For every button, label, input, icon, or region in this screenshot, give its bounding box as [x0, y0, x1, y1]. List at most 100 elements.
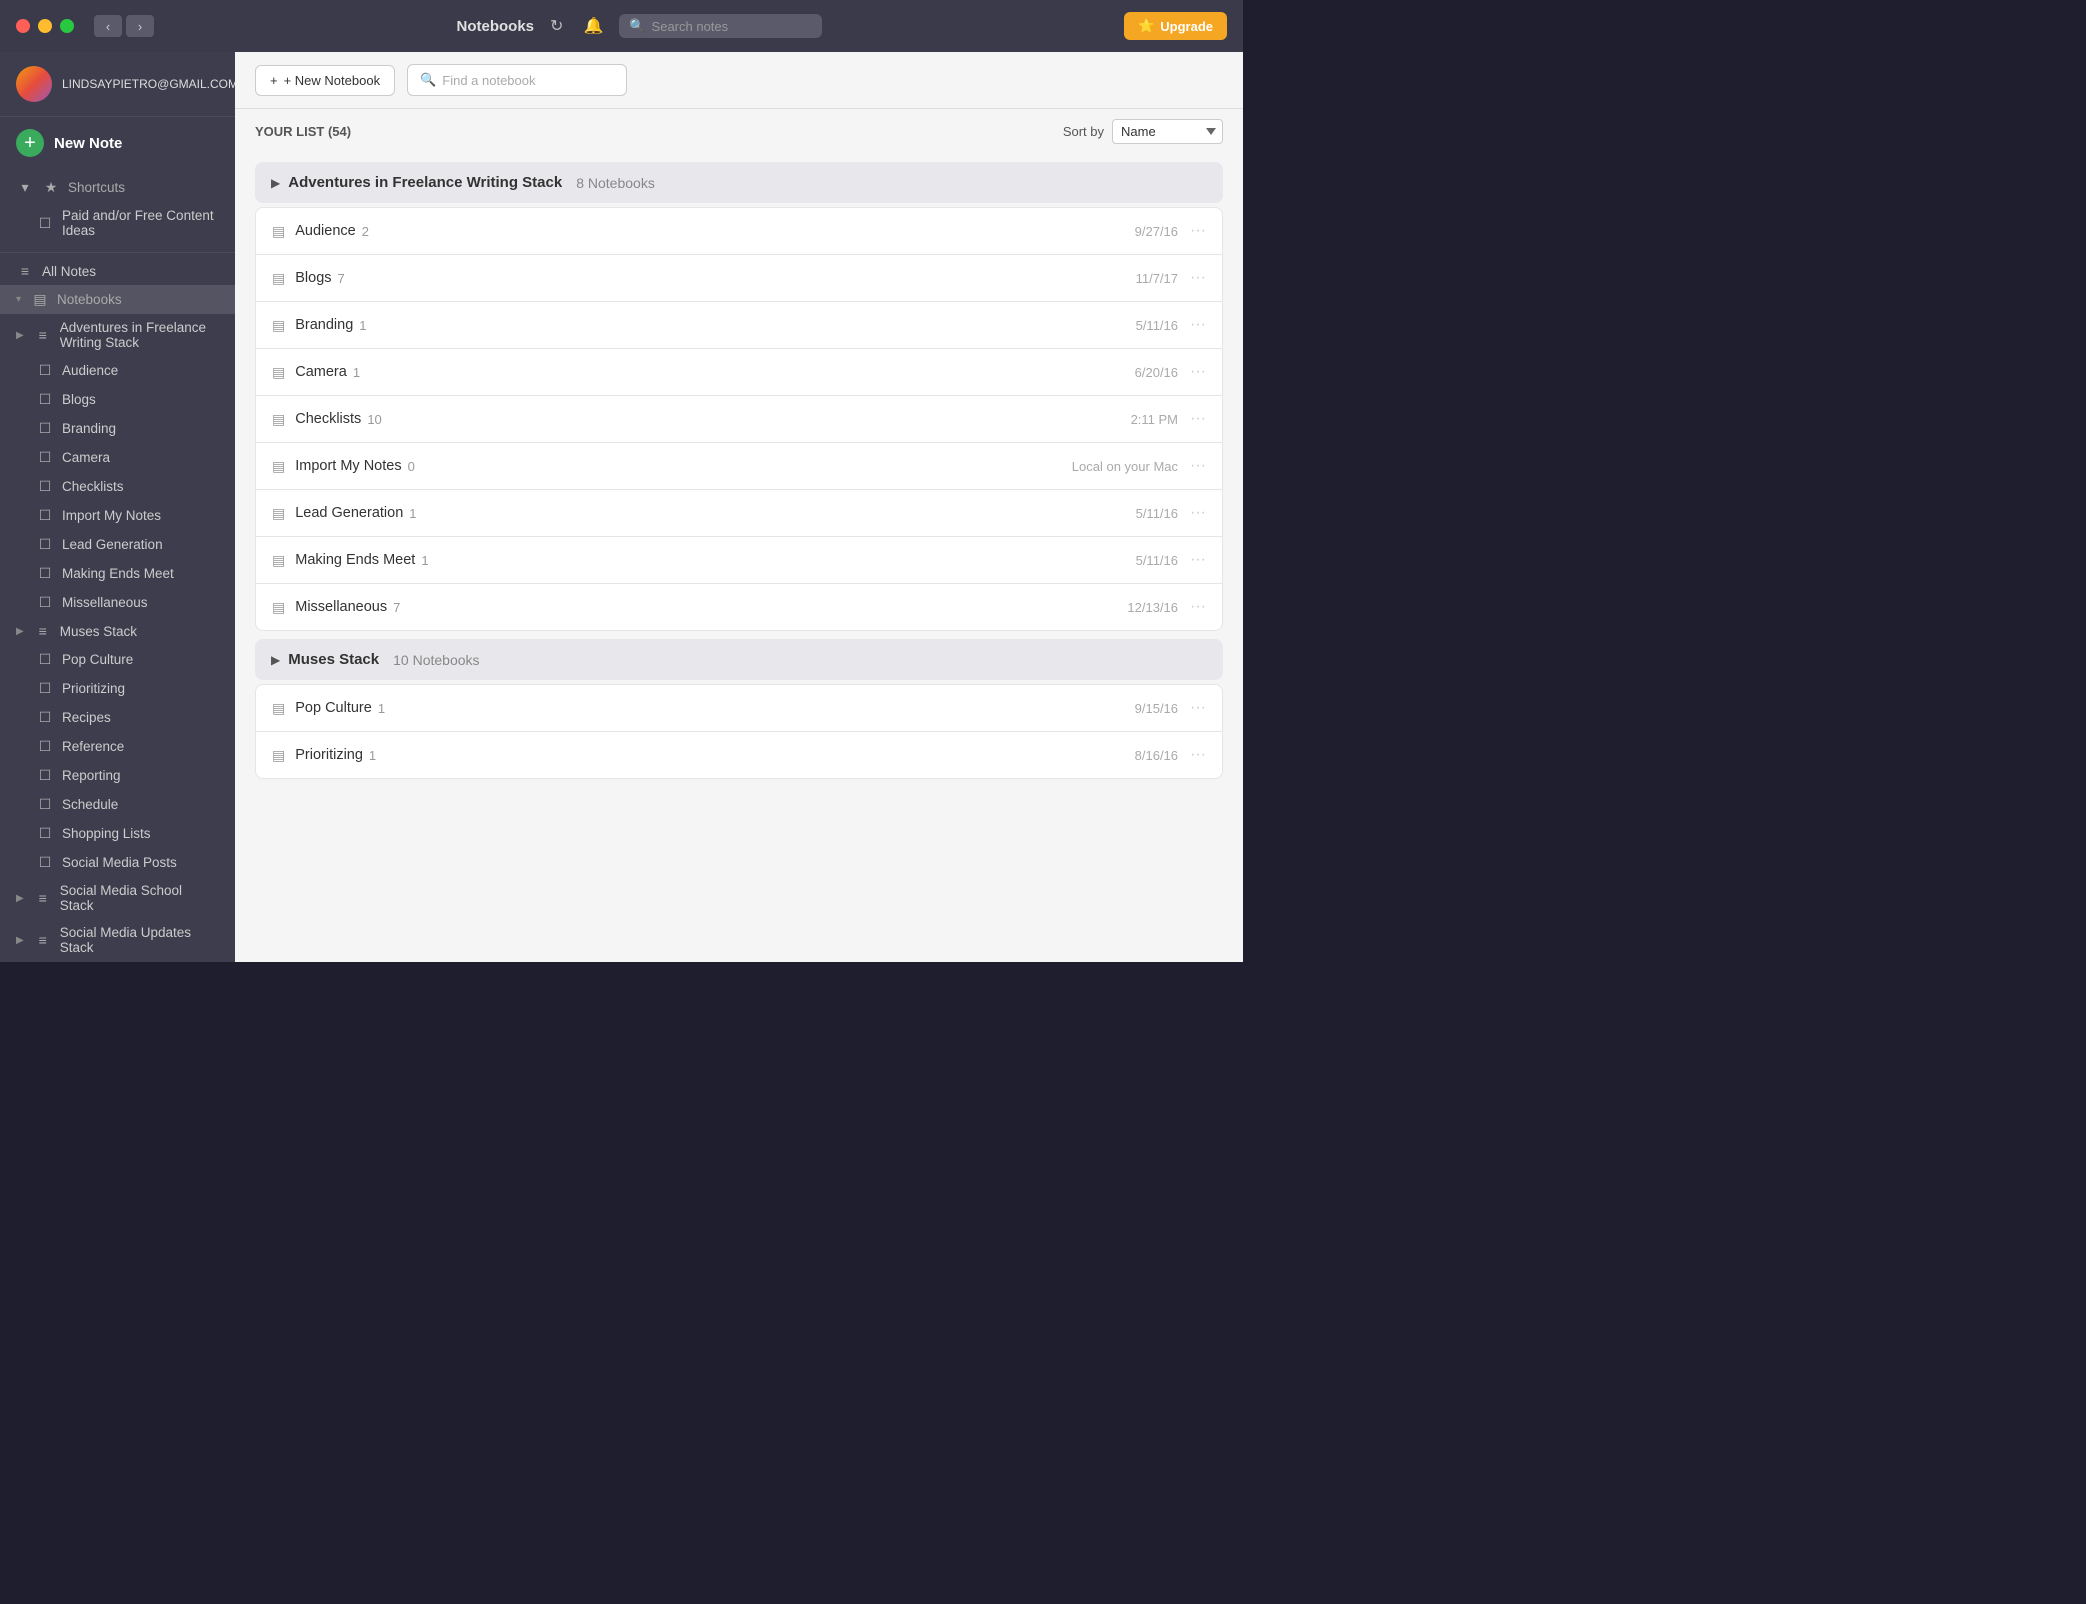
sidebar-item-shortcuts-paid[interactable]: ☐ Paid and/or Free Content Ideas	[0, 202, 235, 244]
sidebar-item-audience[interactable]: ☐ Audience	[0, 356, 235, 385]
chevron-right-icon: ▶	[271, 653, 280, 667]
shortcuts-header[interactable]: ▾ ★ Shortcuts	[0, 173, 235, 202]
sidebar-item-adventures-stack[interactable]: ▶ ≡ Adventures in Freelance Writing Stac…	[0, 314, 235, 356]
find-notebook-container: 🔍 Find a notebook	[407, 64, 627, 96]
stack-icon: ≡	[34, 327, 52, 343]
list-header: YOUR LIST (54) Sort by Name Date Modifie…	[235, 109, 1243, 154]
more-menu-button[interactable]: ···	[1190, 598, 1206, 616]
notebook-row-branding[interactable]: ▤ Branding 1 5/11/16 ···	[256, 302, 1222, 349]
sidebar-item-recipes[interactable]: ☐ Recipes	[0, 703, 235, 732]
user-email: LINDSAYPIETRO@GMAIL.COM	[62, 77, 235, 91]
notebook-icon: ☐	[36, 825, 54, 842]
more-menu-button[interactable]: ···	[1190, 457, 1206, 475]
new-note-button[interactable]: + New Note	[0, 117, 235, 169]
sidebar-item-import-my-notes[interactable]: ☐ Import My Notes	[0, 501, 235, 530]
notebook-icon: ▤	[272, 317, 285, 334]
adventures-stack-header[interactable]: ▶ Adventures in Freelance Writing Stack …	[255, 162, 1223, 203]
forward-button[interactable]: ›	[126, 15, 154, 37]
sidebar-item-reference[interactable]: ☐ Reference	[0, 732, 235, 761]
notebook-row-missellaneous[interactable]: ▤ Missellaneous 7 12/13/16 ···	[256, 584, 1222, 630]
more-menu-button[interactable]: ···	[1190, 222, 1206, 240]
plus-icon: +	[270, 73, 278, 88]
notes-icon: ≡	[16, 263, 34, 279]
search-input[interactable]	[652, 19, 812, 34]
minimize-button[interactable]	[38, 19, 52, 33]
more-menu-button[interactable]: ···	[1190, 363, 1206, 381]
stack-icon: ≡	[34, 623, 52, 639]
notebook-row-making-ends-meet[interactable]: ▤ Making Ends Meet 1 5/11/16 ···	[256, 537, 1222, 584]
more-menu-button[interactable]: ···	[1190, 699, 1206, 717]
back-button[interactable]: ‹	[94, 15, 122, 37]
sidebar-item-reporting[interactable]: ☐ Reporting	[0, 761, 235, 790]
sidebar-item-muses-stack[interactable]: ▶ ≡ Muses Stack	[0, 617, 235, 645]
new-notebook-button[interactable]: + + New Notebook	[255, 65, 395, 96]
notebook-icon: ▤	[272, 747, 285, 764]
notification-button[interactable]: 🔔	[579, 12, 607, 40]
notebook-row-camera[interactable]: ▤ Camera 1 6/20/16 ···	[256, 349, 1222, 396]
more-menu-button[interactable]: ···	[1190, 269, 1206, 287]
titlebar-center: Notebooks ↻ 🔔 🔍	[166, 12, 1112, 40]
notebook-icon: ▤	[272, 458, 285, 475]
notebook-icon: ☐	[36, 854, 54, 871]
sidebar-item-shopping-lists[interactable]: ☐ Shopping Lists	[0, 819, 235, 848]
sidebar-item-lead-generation[interactable]: ☐ Lead Generation	[0, 530, 235, 559]
sidebar-item-all-notes[interactable]: ≡ All Notes	[0, 257, 235, 285]
sidebar-item-camera[interactable]: ☐ Camera	[0, 443, 235, 472]
stack-icon: ≡	[34, 932, 52, 948]
notebook-icon: ☐	[36, 565, 54, 582]
refresh-button[interactable]: ↻	[546, 12, 567, 40]
notebook-row-checklists[interactable]: ▤ Checklists 10 2:11 PM ···	[256, 396, 1222, 443]
more-menu-button[interactable]: ···	[1190, 410, 1206, 428]
more-menu-button[interactable]: ···	[1190, 504, 1206, 522]
sidebar-item-missellaneous[interactable]: ☐ Missellaneous	[0, 588, 235, 617]
maximize-button[interactable]	[60, 19, 74, 33]
notebook-row-audience[interactable]: ▤ Audience 2 9/27/16 ···	[256, 208, 1222, 255]
notebook-icon: ▤	[272, 270, 285, 287]
notebook-icon: ☐	[36, 420, 54, 437]
main-layout: LINDSAYPIETRO@GMAIL.COM ▾ + New Note ▾ ★…	[0, 52, 1243, 962]
sidebar-item-blogs[interactable]: ☐ Blogs	[0, 385, 235, 414]
notebook-row-prioritizing[interactable]: ▤ Prioritizing 1 8/16/16 ···	[256, 732, 1222, 778]
notebook-row-pop-culture[interactable]: ▤ Pop Culture 1 9/15/16 ···	[256, 685, 1222, 732]
notebook-icon: ▤	[272, 599, 285, 616]
sidebar-item-prioritizing[interactable]: ☐ Prioritizing	[0, 674, 235, 703]
notebook-icon: ☐	[36, 478, 54, 495]
notebook-icon: ☐	[36, 767, 54, 784]
stack-count: 8 Notebooks	[576, 175, 655, 191]
muses-stack-header[interactable]: ▶ Muses Stack 10 Notebooks	[255, 639, 1223, 680]
sidebar-item-branding[interactable]: ☐ Branding	[0, 414, 235, 443]
more-menu-button[interactable]: ···	[1190, 551, 1206, 569]
notebook-row-import-my-notes[interactable]: ▤ Import My Notes 0 Local on your Mac ··…	[256, 443, 1222, 490]
close-button[interactable]	[16, 19, 30, 33]
more-menu-button[interactable]: ···	[1190, 746, 1206, 764]
notebook-icon: ☐	[36, 651, 54, 668]
chevron-down-icon: ▾	[16, 179, 34, 196]
notebooks-list: ▶ Adventures in Freelance Writing Stack …	[235, 154, 1243, 962]
adventures-notebooks-group: ▤ Audience 2 9/27/16 ··· ▤ Blogs 7 11/7/…	[255, 207, 1223, 631]
more-menu-button[interactable]: ···	[1190, 316, 1206, 334]
upgrade-button[interactable]: ⭐ Upgrade	[1124, 12, 1227, 40]
search-bar: 🔍	[619, 14, 821, 38]
notebook-icon: ▤	[272, 411, 285, 428]
sort-select[interactable]: Name Date Modified Date Created	[1112, 119, 1223, 144]
sidebar-item-social-media-school-stack[interactable]: ▶ ≡ Social Media School Stack	[0, 877, 235, 919]
sidebar-item-social-media-updates-stack[interactable]: ▶ ≡ Social Media Updates Stack	[0, 919, 235, 961]
stack-title: Adventures in Freelance Writing Stack	[288, 174, 562, 191]
notebook-row-blogs[interactable]: ▤ Blogs 7 11/7/17 ···	[256, 255, 1222, 302]
notebooks-header[interactable]: ▾ ▤ Notebooks	[0, 285, 235, 314]
sidebar-item-pop-culture[interactable]: ☐ Pop Culture	[0, 645, 235, 674]
notebook-icon: ☐	[36, 536, 54, 553]
sidebar-item-checklists[interactable]: ☐ Checklists	[0, 472, 235, 501]
nav-buttons: ‹ ›	[94, 15, 154, 37]
notebook-icon: ▤	[272, 552, 285, 569]
avatar	[16, 66, 52, 102]
sidebar-item-social-media-posts[interactable]: ☐ Social Media Posts	[0, 848, 235, 877]
notebook-row-lead-generation[interactable]: ▤ Lead Generation 1 5/11/16 ···	[256, 490, 1222, 537]
sidebar-item-schedule[interactable]: ☐ Schedule	[0, 790, 235, 819]
notebook-icon: ☐	[36, 507, 54, 524]
shortcuts-section: ▾ ★ Shortcuts ☐ Paid and/or Free Content…	[0, 169, 235, 248]
user-section[interactable]: LINDSAYPIETRO@GMAIL.COM ▾	[0, 52, 235, 117]
traffic-lights	[16, 19, 74, 33]
star-icon: ⭐	[1138, 18, 1154, 34]
sidebar-item-making-ends-meet[interactable]: ☐ Making Ends Meet	[0, 559, 235, 588]
